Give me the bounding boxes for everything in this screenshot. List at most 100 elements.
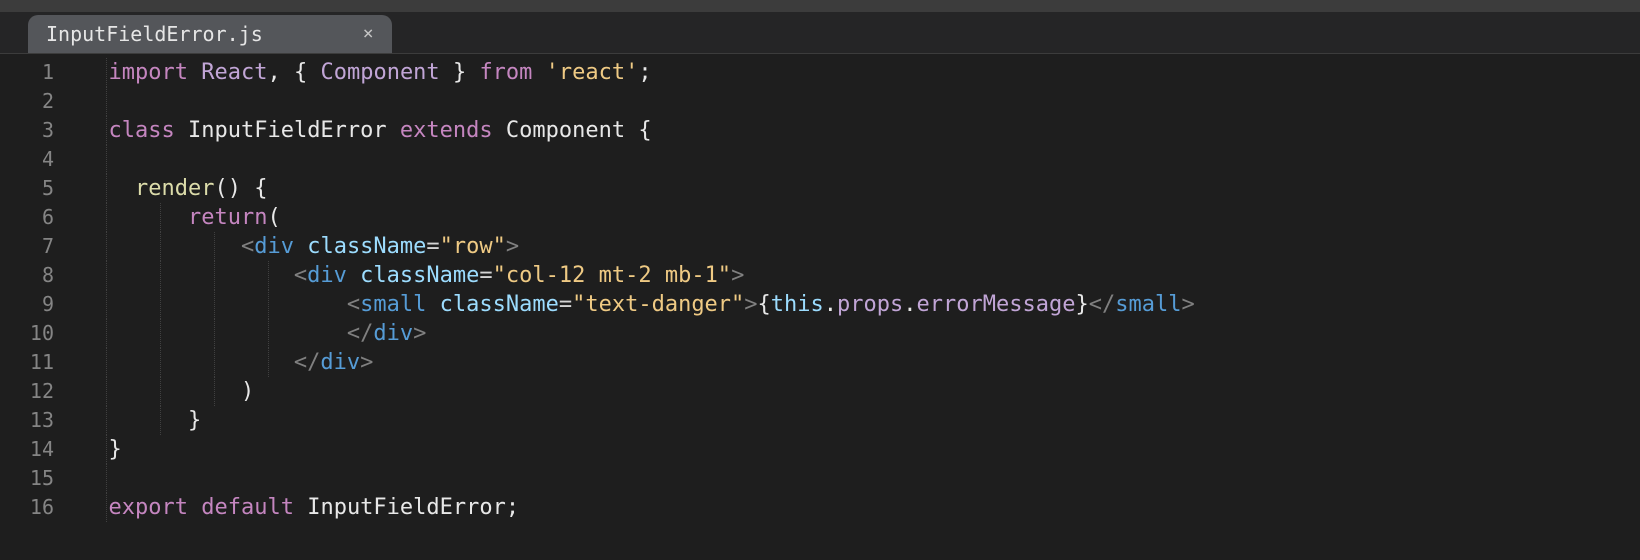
property: props [837,292,903,317]
code-line: return( [82,203,1640,232]
line-number: 5 [0,174,82,203]
line-number: 14 [0,435,82,464]
property: errorMessage [917,292,1076,317]
line-number: 3 [0,116,82,145]
dot: . [824,292,837,317]
window-titlebar [0,0,1640,12]
jsx-attr: className [360,263,479,288]
brace: { [254,176,267,201]
jsx-bracket: </ [294,350,321,375]
line-number: 10 [0,319,82,348]
jsx-bracket: </ [347,321,374,346]
file-tab-active[interactable]: InputFieldError.js × [28,15,392,53]
paren: ) [241,379,254,404]
dot: . [903,292,916,317]
jsx-tag: div [254,234,294,259]
code-line: } [82,406,1640,435]
brace: { [294,60,307,85]
code-line: ) [82,377,1640,406]
line-number: 12 [0,377,82,406]
string: "row" [440,234,506,259]
jsx-tag: div [373,321,413,346]
keyword: export [109,495,188,520]
jsx-tag: small [360,292,426,317]
jsx-tag: div [307,263,347,288]
code-line: </div> [82,319,1640,348]
code-line: <div className="row"> [82,232,1640,261]
punct: ; [506,495,519,520]
code-line: export default InputFieldError; [82,493,1640,522]
jsx-bracket: > [413,321,426,346]
code-line: class InputFieldError extends Component … [82,116,1640,145]
method-name: render [135,176,214,201]
code-line: </div> [82,348,1640,377]
code-area[interactable]: import React, { Component } from 'react'… [82,54,1640,560]
string: 'react' [546,60,639,85]
code-line [82,464,1640,493]
punct: , [267,60,280,85]
keyword: default [201,495,294,520]
jsx-tag: small [1115,292,1181,317]
code-line [82,87,1640,116]
identifier: Component [506,118,625,143]
line-number: 7 [0,232,82,261]
line-number: 2 [0,87,82,116]
jsx-bracket: < [347,292,360,317]
jsx-attr: className [440,292,559,317]
jsx-attr: className [307,234,426,259]
string: "text-danger" [572,292,744,317]
jsx-bracket: > [360,350,373,375]
jsx-bracket: > [1181,292,1194,317]
keyword: from [479,60,532,85]
close-icon[interactable]: × [363,25,374,43]
code-line [82,145,1640,174]
op: = [426,234,439,259]
line-number: 11 [0,348,82,377]
brace: } [109,437,122,462]
code-line: <small className="text-danger">{this.pro… [82,290,1640,319]
line-number: 13 [0,406,82,435]
keyword: extends [400,118,493,143]
brace: } [453,60,466,85]
code-line: } [82,435,1640,464]
identifier: InputFieldError [307,495,506,520]
jsx-bracket: < [241,234,254,259]
keyword: return [188,205,267,230]
keyword: import [109,60,188,85]
line-number: 16 [0,493,82,522]
line-number: 4 [0,145,82,174]
string: "col-12 mt-2 mb-1" [493,263,731,288]
editor-window: InputFieldError.js × 1 2 3 4 5 6 7 8 9 1… [0,0,1640,560]
op: = [479,263,492,288]
code-line: <div className="col-12 mt-2 mb-1"> [82,261,1640,290]
identifier: React [201,60,267,85]
paren: () [214,176,241,201]
code-editor[interactable]: 1 2 3 4 5 6 7 8 9 10 11 12 13 14 15 16 i… [0,54,1640,560]
tab-bar: InputFieldError.js × [0,12,1640,54]
jsx-bracket: > [731,263,744,288]
op: = [559,292,572,317]
brace: { [758,292,771,317]
identifier: Component [320,60,439,85]
brace: { [638,118,651,143]
jsx-bracket: > [744,292,757,317]
line-number: 9 [0,290,82,319]
paren: ( [267,205,280,230]
line-number: 1 [0,58,82,87]
class-name: InputFieldError [188,118,387,143]
brace: } [188,408,201,433]
line-number-gutter: 1 2 3 4 5 6 7 8 9 10 11 12 13 14 15 16 [0,54,82,560]
tab-filename: InputFieldError.js [46,22,263,46]
brace: } [1075,292,1088,317]
line-number: 8 [0,261,82,290]
jsx-bracket: </ [1089,292,1116,317]
keyword: class [109,118,175,143]
line-number: 6 [0,203,82,232]
code-line: render() { [82,174,1640,203]
jsx-bracket: > [506,234,519,259]
jsx-bracket: < [294,263,307,288]
jsx-tag: div [320,350,360,375]
punct: ; [638,60,651,85]
code-line: import React, { Component } from 'react'… [82,58,1640,87]
tab-spacer [0,12,28,53]
